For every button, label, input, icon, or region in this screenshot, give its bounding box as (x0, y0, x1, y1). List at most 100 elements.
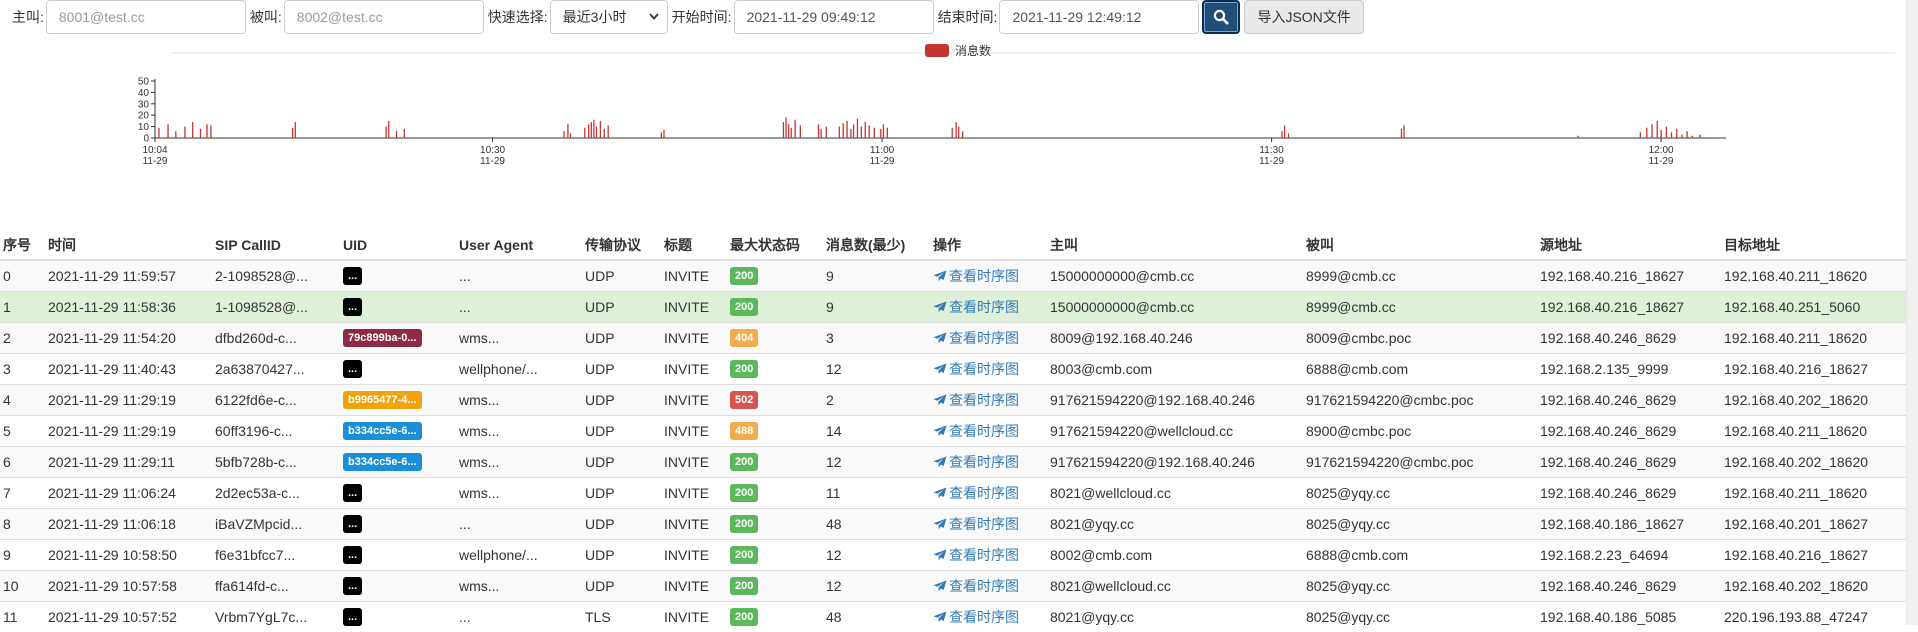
chart-bar[interactable] (955, 122, 957, 138)
chart-bar[interactable] (1670, 132, 1673, 138)
th-max-status[interactable]: 最大状态码 (727, 231, 823, 261)
chart-bar[interactable] (603, 128, 605, 138)
view-sequence-diagram-link[interactable]: 查看时序图 (933, 578, 1019, 594)
chart-bar[interactable] (1686, 131, 1688, 138)
uid-badge[interactable]: ... (343, 514, 363, 533)
view-sequence-diagram-link[interactable]: 查看时序图 (933, 423, 1019, 439)
chart-bar[interactable] (599, 120, 602, 138)
uid-badge[interactable]: ... (343, 483, 363, 502)
th-operation[interactable]: 操作 (930, 231, 1047, 261)
chart-bar[interactable] (787, 124, 790, 138)
chart-bar[interactable] (785, 117, 787, 138)
import-json-button[interactable]: 导入JSON文件 (1244, 0, 1364, 34)
chart-bar[interactable] (595, 126, 598, 138)
th-protocol[interactable]: 传输协议 (582, 231, 661, 261)
chart-bar[interactable] (961, 131, 964, 138)
chart-bar[interactable] (782, 122, 785, 138)
chart-bar[interactable] (569, 133, 572, 138)
chart-bar[interactable] (403, 128, 405, 138)
th-callee[interactable]: 被叫 (1303, 231, 1537, 261)
chart-bar[interactable] (794, 119, 796, 138)
uid-badge[interactable]: b334cc5e-6... (343, 421, 422, 440)
th-source[interactable]: 源地址 (1537, 231, 1721, 261)
table-row[interactable]: 10 2021-11-29 10:57:58 ffa614fd-c...... wms… (0, 569, 1910, 601)
th-user-agent[interactable]: User Agent (456, 231, 582, 261)
view-sequence-diagram-link[interactable]: 查看时序图 (933, 299, 1019, 315)
chart-bar[interactable] (158, 127, 160, 138)
table-row[interactable]: 6 2021-11-29 11:29:11 5bfb728b-c... b334cc5… (0, 445, 1910, 477)
chart-bar[interactable] (1403, 125, 1405, 138)
chart-bar[interactable] (192, 122, 194, 138)
quick-select[interactable]: 最近3小时 (549, 0, 668, 34)
chart-bar[interactable] (1577, 135, 1579, 138)
chart-bar[interactable] (385, 126, 387, 138)
chart-bar[interactable] (1681, 134, 1683, 138)
chart-bar[interactable] (175, 131, 177, 138)
chart-bar[interactable] (1676, 128, 1678, 138)
view-sequence-diagram-link[interactable]: 查看时序图 (933, 268, 1019, 284)
chart-bar[interactable] (825, 126, 827, 138)
table-row[interactable]: 9 2021-11-29 10:58:50 f6e31bfcc7...... well… (0, 538, 1910, 570)
th-caller[interactable]: 主叫 (1047, 231, 1303, 261)
vertical-scrollbar[interactable] (1906, 0, 1918, 625)
chart-bar[interactable] (590, 122, 592, 138)
th-time[interactable]: 时间 (45, 231, 212, 261)
caller-input[interactable]: 8001@test.cc (45, 0, 246, 34)
chart-bar[interactable] (958, 126, 960, 138)
chart-bar[interactable] (1287, 133, 1290, 138)
chart-bar[interactable] (1691, 135, 1693, 138)
callee-input[interactable]: 8002@test.cc (283, 0, 484, 34)
th-index[interactable]: 序号 (0, 231, 45, 261)
chart-bar[interactable] (1281, 131, 1283, 138)
th-callid[interactable]: SIP CallID (212, 231, 340, 261)
chart-bar[interactable] (882, 124, 885, 138)
uid-badge[interactable]: ... (343, 576, 363, 595)
chart-bar[interactable] (292, 127, 294, 138)
search-button[interactable] (1202, 0, 1241, 34)
table-row[interactable]: 7 2021-11-29 11:06:24 2d2ec53a-c...... wms.… (0, 476, 1910, 508)
chart-bar[interactable] (820, 128, 822, 138)
table-row[interactable]: 0 2021-11-29 11:59:57 2-1098528@......... U… (0, 259, 1910, 291)
chart-bar[interactable] (663, 130, 665, 138)
end-time-input[interactable]: 2021-11-29 12:49:12 (999, 0, 1200, 34)
chart-bar[interactable] (210, 125, 212, 138)
chart-bar[interactable] (1400, 128, 1403, 138)
chart-bar[interactable] (856, 118, 859, 138)
chart-bar[interactable] (1646, 127, 1648, 138)
chart-bar[interactable] (1660, 130, 1662, 138)
chart-bar[interactable] (199, 128, 202, 138)
uid-badge[interactable]: ... (343, 359, 363, 378)
chart-bar[interactable] (1665, 126, 1667, 138)
chart-bar[interactable] (294, 122, 296, 138)
table-row[interactable]: 3 2021-11-29 11:40:43 2a63870427...... well… (0, 352, 1910, 384)
view-sequence-diagram-link[interactable]: 查看时序图 (933, 392, 1019, 408)
chart-bar[interactable] (842, 123, 844, 138)
uid-badge[interactable]: b334cc5e-6... (343, 452, 422, 471)
uid-badge[interactable]: ... (343, 545, 363, 564)
chart-bar[interactable] (873, 127, 875, 138)
chart-bar[interactable] (607, 125, 609, 138)
chart-bar[interactable] (584, 127, 586, 138)
chart-bar[interactable] (852, 124, 855, 138)
chart-bar[interactable] (868, 125, 870, 138)
chart-bar[interactable] (1639, 132, 1642, 138)
view-sequence-diagram-link[interactable]: 查看时序图 (933, 609, 1019, 625)
view-sequence-diagram-link[interactable]: 查看时序图 (933, 516, 1019, 532)
chart-bar[interactable] (593, 119, 595, 138)
chart-bar[interactable] (1283, 125, 1286, 138)
chart-bar[interactable] (817, 124, 820, 138)
chart-bar[interactable] (206, 124, 208, 138)
chart-bar[interactable] (864, 122, 866, 138)
table-row[interactable]: 4 2021-11-29 11:29:19 6122fd6e-c... b996547… (0, 383, 1910, 415)
th-destination[interactable]: 目标地址 (1721, 231, 1910, 261)
table-row[interactable]: 5 2021-11-29 11:29:19 60ff3196-c... b334cc5… (0, 414, 1910, 446)
view-sequence-diagram-link[interactable]: 查看时序图 (933, 454, 1019, 470)
uid-badge[interactable]: ... (343, 607, 363, 626)
table-row[interactable]: 1 2021-11-29 11:58:36 1-1098528@......... U… (0, 290, 1910, 322)
chart-bar[interactable] (838, 126, 840, 138)
table-row[interactable]: 2 2021-11-29 11:54:20 dfbd260d-c... 79c899b… (0, 321, 1910, 353)
chart-bar[interactable] (850, 128, 852, 138)
chart-bar[interactable] (184, 126, 186, 138)
chart-bar[interactable] (388, 120, 390, 138)
chart-bar[interactable] (1651, 124, 1653, 138)
